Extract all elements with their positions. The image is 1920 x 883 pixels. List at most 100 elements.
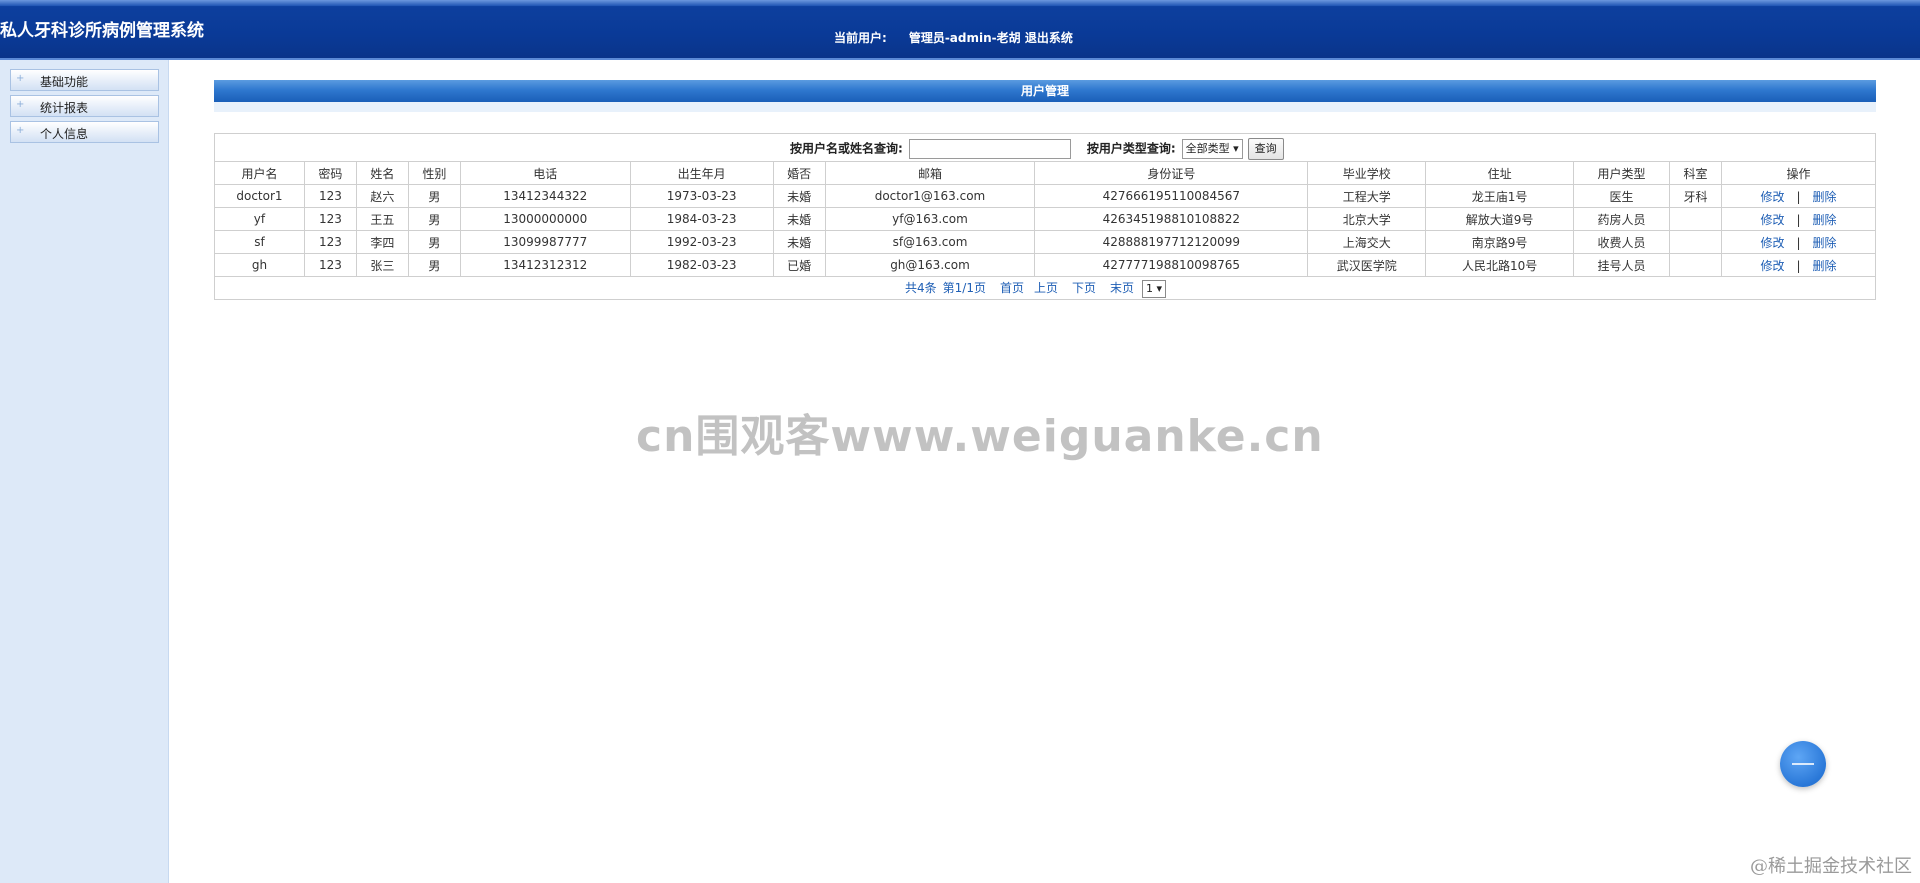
top-header: 私人牙科诊所病例管理系统 当前用户: 管理员-admin-老胡 退出系统 [0, 0, 1920, 60]
cell-username: sf [214, 230, 305, 254]
column-header: 用户类型 [1573, 161, 1671, 185]
table-row: doctor1 123 赵六 男 13412344322 1973-03-23 … [214, 184, 1877, 208]
floating-action-button[interactable] [1780, 741, 1826, 787]
sidebar-item-personal-info[interactable]: + 个人信息 [10, 121, 159, 143]
cell-password: 123 [303, 230, 357, 254]
column-header: 电话 [459, 161, 631, 185]
user-type-select[interactable]: 全部类型 ▾ [1181, 139, 1243, 159]
sidebar-item-statistics[interactable]: + 统计报表 [10, 95, 159, 117]
cell-gender: 男 [407, 207, 461, 231]
action-separator: | [1796, 212, 1801, 227]
search-button[interactable]: 查询 [1247, 138, 1284, 160]
column-header: 婚否 [772, 161, 826, 185]
cell-name: 张三 [355, 253, 409, 277]
logout-link[interactable]: 退出系统 [1025, 31, 1073, 45]
cell-name: 李四 [355, 230, 409, 254]
corner-watermark: @稀土掘金技术社区 [1750, 856, 1912, 877]
pagination-page-info: 第1/1页 [942, 281, 986, 295]
cell-username: doctor1 [214, 184, 305, 208]
cell-married: 未婚 [772, 230, 826, 254]
cell-married: 未婚 [772, 207, 826, 231]
column-header: 密码 [303, 161, 357, 185]
cell-department: 牙科 [1669, 184, 1722, 208]
cell-married: 已婚 [772, 253, 826, 277]
cell-address: 龙王庙1号 [1425, 184, 1575, 208]
cell-actions: 修改 | 删除 [1720, 184, 1877, 208]
cell-phone: 13412344322 [459, 184, 631, 208]
edit-link[interactable]: 修改 [1760, 236, 1784, 250]
column-header: 用户名 [214, 161, 305, 185]
cell-username: yf [214, 207, 305, 231]
sidebar-item-label: 统计报表 [40, 101, 89, 115]
cell-username: gh [214, 253, 305, 277]
column-header: 出生年月 [629, 161, 774, 185]
last-page-link[interactable]: 末页 [1110, 281, 1134, 295]
cell-id-card: 427666195110084567 [1034, 184, 1309, 208]
cell-email: sf@163.com [824, 230, 1036, 254]
cell-school: 北京大学 [1307, 207, 1427, 231]
delete-link[interactable]: 删除 [1813, 190, 1837, 204]
header-top-line [0, 0, 1920, 6]
cell-birth: 1973-03-23 [629, 184, 774, 208]
current-user-label: 当前用户: [834, 31, 887, 45]
pagination-bar: 共4条 第1/1页 首页 上页 下页 末页 1 ▾ [214, 276, 1876, 300]
search-bar: 按用户名或姓名查询: 按用户类型查询: 全部类型 ▾ 查询 [214, 133, 1876, 161]
next-page-link[interactable]: 下页 [1072, 281, 1096, 295]
action-separator: | [1796, 258, 1801, 273]
cell-user-type: 药房人员 [1573, 207, 1671, 231]
cell-id-card: 427777198810098765 [1034, 253, 1309, 277]
cell-email: yf@163.com [824, 207, 1036, 231]
dropdown-arrow-icon: ▾ [1233, 142, 1239, 155]
cell-address: 人民北路10号 [1425, 253, 1575, 277]
edit-link[interactable]: 修改 [1760, 190, 1784, 204]
cell-address: 南京路9号 [1425, 230, 1575, 254]
sidebar-item-label: 基础功能 [40, 75, 89, 89]
panel-title-underbar [214, 102, 1876, 112]
user-info-bar: 当前用户: 管理员-admin-老胡 退出系统 [834, 29, 1073, 46]
column-header: 身份证号 [1034, 161, 1309, 185]
column-header: 操作 [1720, 161, 1877, 185]
pagination-controls: 共4条 第1/1页 首页 上页 下页 末页 1 ▾ [905, 279, 1167, 298]
first-page-link[interactable]: 首页 [1000, 281, 1024, 295]
cell-phone: 13000000000 [459, 207, 631, 231]
cell-name: 赵六 [355, 184, 409, 208]
delete-link[interactable]: 删除 [1813, 259, 1837, 273]
cell-email: gh@163.com [824, 253, 1036, 277]
cell-name: 王五 [355, 207, 409, 231]
expand-icon: + [16, 125, 25, 136]
sidebar: + 基础功能 + 统计报表 + 个人信息 [0, 60, 169, 883]
name-search-input[interactable] [908, 139, 1071, 159]
sidebar-item-label: 个人信息 [40, 127, 89, 141]
cell-phone: 13412312312 [459, 253, 631, 277]
page-select[interactable]: 1 ▾ [1142, 280, 1167, 298]
cell-email: doctor1@163.com [824, 184, 1036, 208]
column-header: 毕业学校 [1307, 161, 1427, 185]
name-search-label: 按用户名或姓名查询: [790, 141, 903, 156]
delete-link[interactable]: 删除 [1813, 213, 1837, 227]
cell-password: 123 [303, 207, 357, 231]
cell-actions: 修改 | 删除 [1720, 253, 1877, 277]
column-header: 姓名 [355, 161, 409, 185]
sidebar-item-basic-functions[interactable]: + 基础功能 [10, 69, 159, 91]
cell-user-type: 挂号人员 [1573, 253, 1671, 277]
edit-link[interactable]: 修改 [1760, 213, 1784, 227]
column-header: 性别 [407, 161, 461, 185]
cell-actions: 修改 | 删除 [1720, 230, 1877, 254]
cell-user-type: 收费人员 [1573, 230, 1671, 254]
table-header-row: 用户名 密码 姓名 性别 电话 出生年月 婚否 邮箱 身份证号 毕业学校 住址 … [214, 161, 1877, 185]
cell-married: 未婚 [772, 184, 826, 208]
cell-department [1669, 230, 1722, 254]
table-row: sf 123 李四 男 13099987777 1992-03-23 未婚 sf… [214, 230, 1877, 254]
delete-link[interactable]: 删除 [1813, 236, 1837, 250]
cell-actions: 修改 | 删除 [1720, 207, 1877, 231]
prev-page-link[interactable]: 上页 [1034, 281, 1058, 295]
cell-phone: 13099987777 [459, 230, 631, 254]
cell-password: 123 [303, 253, 357, 277]
table-row: gh 123 张三 男 13412312312 1982-03-23 已婚 gh… [214, 253, 1877, 277]
cell-department [1669, 253, 1722, 277]
column-header: 邮箱 [824, 161, 1036, 185]
edit-link[interactable]: 修改 [1760, 259, 1784, 273]
action-separator: | [1796, 235, 1801, 250]
current-user-name: 管理员-admin-老胡 [908, 31, 1021, 45]
expand-icon: + [16, 99, 25, 110]
